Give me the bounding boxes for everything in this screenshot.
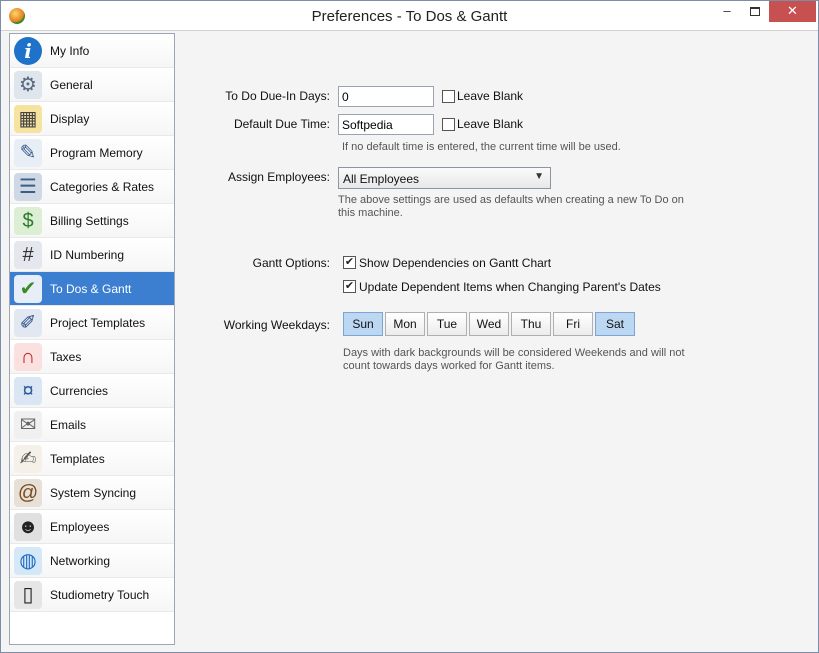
memory-pencil-icon: ✎	[14, 139, 42, 167]
sidebar-item-billing-settings[interactable]: $ Billing Settings	[10, 204, 174, 238]
update-dependent-label: Update Dependent Items when Changing Par…	[359, 280, 661, 294]
categories-icon: ☰	[14, 173, 42, 201]
due-time-input[interactable]: Softpedia	[338, 114, 434, 135]
sidebar-item-my-info[interactable]: i My Info	[10, 34, 174, 68]
billing-dollar-icon: $	[14, 207, 42, 235]
assign-hint-line1: The above settings are used as defaults …	[338, 194, 684, 206]
due-time-hint: If no default time is entered, the curre…	[342, 141, 621, 153]
employees-icon: ☻	[14, 513, 42, 541]
day-toggle-tue[interactable]: Tue	[427, 312, 467, 336]
maximize-icon	[750, 7, 760, 17]
sidebar-item-system-syncing[interactable]: @ System Syncing	[10, 476, 174, 510]
day-toggle-fri[interactable]: Fri	[553, 312, 593, 336]
sidebar-item-currencies[interactable]: ¤ Currencies	[10, 374, 174, 408]
sidebar-item-label: Taxes	[50, 350, 82, 364]
weekday-toggle-row: Sun Mon Tue Wed Thu Fri Sat	[343, 312, 643, 336]
sidebar-item-employees[interactable]: ☻ Employees	[10, 510, 174, 544]
assign-employees-value: All Employees	[343, 172, 420, 186]
sidebar-item-label: Display	[50, 112, 90, 126]
sync-icon: @	[14, 479, 42, 507]
due-days-leave-blank-label: Leave Blank	[457, 89, 524, 103]
sidebar-item-label: System Syncing	[50, 486, 137, 500]
window-title: Preferences - To Dos & Gantt	[311, 8, 508, 25]
sidebar-item-taxes[interactable]: ∩ Taxes	[10, 340, 174, 374]
gantt-options-label: Gantt Options:	[252, 256, 330, 270]
due-time-label: Default Due Time:	[233, 117, 330, 131]
sidebar-item-label: Emails	[50, 418, 87, 432]
sidebar-item-label: To Dos & Gantt	[50, 282, 132, 296]
email-icon: ✉	[14, 411, 42, 439]
sidebar-item-label: Currencies	[50, 384, 109, 398]
sidebar-item-general[interactable]: ⚙ General	[10, 68, 174, 102]
weekend-hint-line2: count towards days worked for Gantt item…	[343, 360, 555, 372]
show-dependencies-label: Show Dependencies on Gantt Chart	[359, 256, 552, 270]
sidebar-item-program-memory[interactable]: ✎ Program Memory	[10, 136, 174, 170]
globe-icon: ◍	[14, 547, 42, 575]
assign-hint-line2: this machine.	[338, 207, 403, 219]
day-toggle-wed[interactable]: Wed	[469, 312, 509, 336]
tax-magnet-icon: ∩	[14, 343, 42, 371]
due-days-label: To Do Due-In Days:	[225, 89, 330, 103]
info-icon: i	[14, 37, 42, 65]
show-dependencies-checkbox[interactable]: ✔	[343, 256, 356, 269]
sidebar-item-display[interactable]: ▦ Display	[10, 102, 174, 136]
sidebar-item-id-numbering[interactable]: # ID Numbering	[10, 238, 174, 272]
id-numbering-icon: #	[14, 241, 42, 269]
sidebar-item-label: Project Templates	[50, 316, 146, 330]
assign-employees-label: Assign Employees:	[227, 170, 330, 184]
sidebar-item-categories-rates[interactable]: ☰ Categories & Rates	[10, 170, 174, 204]
due-days-leave-blank-checkbox[interactable]	[442, 90, 455, 103]
sidebar-item-project-templates[interactable]: ✐ Project Templates	[10, 306, 174, 340]
maximize-button[interactable]	[741, 1, 769, 22]
update-dependent-checkbox[interactable]: ✔	[343, 280, 356, 293]
sidebar-item-label: General	[50, 78, 93, 92]
working-weekdays-label: Working Weekdays:	[223, 318, 330, 332]
phone-icon: ▯	[14, 581, 42, 609]
monitor-icon: ▦	[14, 105, 42, 133]
sidebar-item-label: Billing Settings	[50, 214, 129, 228]
sidebar-item-label: ID Numbering	[50, 248, 125, 262]
close-icon: ✕	[787, 3, 798, 18]
sidebar-item-label: Studiometry Touch	[50, 588, 150, 602]
sidebar-item-networking[interactable]: ◍ Networking	[10, 544, 174, 578]
sidebar-item-to-dos-gantt[interactable]: ✔ To Dos & Gantt	[10, 272, 174, 306]
minimize-button[interactable]: –	[713, 1, 741, 22]
sidebar-item-emails[interactable]: ✉ Emails	[10, 408, 174, 442]
currency-icon: ¤	[14, 377, 42, 405]
sidebar-item-label: My Info	[50, 44, 90, 58]
due-time-leave-blank-checkbox[interactable]	[442, 118, 455, 131]
preferences-window: Preferences - To Dos & Gantt – ✕ i My Inf…	[0, 0, 819, 653]
chevron-down-icon: ▼	[534, 171, 544, 182]
sidebar-item-label: Employees	[50, 520, 110, 534]
sidebar-item-label: Templates	[50, 452, 105, 466]
preferences-sidebar: i My Info ⚙ General ▦ Display ✎ Program Memory ☰…	[9, 33, 175, 645]
gear-icon: ⚙	[14, 71, 42, 99]
sidebar-item-label: Categories & Rates	[50, 180, 155, 194]
todo-gantt-panel: To Do Due-In Days: 0 Leave Blank Default…	[176, 33, 816, 645]
assign-employees-select[interactable]: All Employees ▼	[338, 167, 551, 189]
close-button[interactable]: ✕	[769, 1, 816, 22]
sidebar-item-label: Program Memory	[50, 146, 143, 160]
sidebar-item-studiometry-touch[interactable]: ▯ Studiometry Touch	[10, 578, 174, 612]
title-bar: Preferences - To Dos & Gantt – ✕	[1, 1, 818, 31]
day-toggle-sun[interactable]: Sun	[343, 312, 383, 336]
templates-icon: ✍	[14, 445, 42, 473]
todo-gantt-icon: ✔	[14, 275, 42, 303]
due-days-input[interactable]: 0	[338, 86, 434, 107]
due-time-leave-blank-label: Leave Blank	[457, 117, 524, 131]
day-toggle-mon[interactable]: Mon	[385, 312, 425, 336]
weekend-hint-line1: Days with dark backgrounds will be consi…	[343, 347, 685, 359]
sidebar-item-templates[interactable]: ✍ Templates	[10, 442, 174, 476]
sidebar-item-label: Networking	[50, 554, 111, 568]
minimize-icon: –	[723, 3, 731, 18]
project-templates-icon: ✐	[14, 309, 42, 337]
day-toggle-thu[interactable]: Thu	[511, 312, 551, 336]
day-toggle-sat[interactable]: Sat	[595, 312, 635, 336]
